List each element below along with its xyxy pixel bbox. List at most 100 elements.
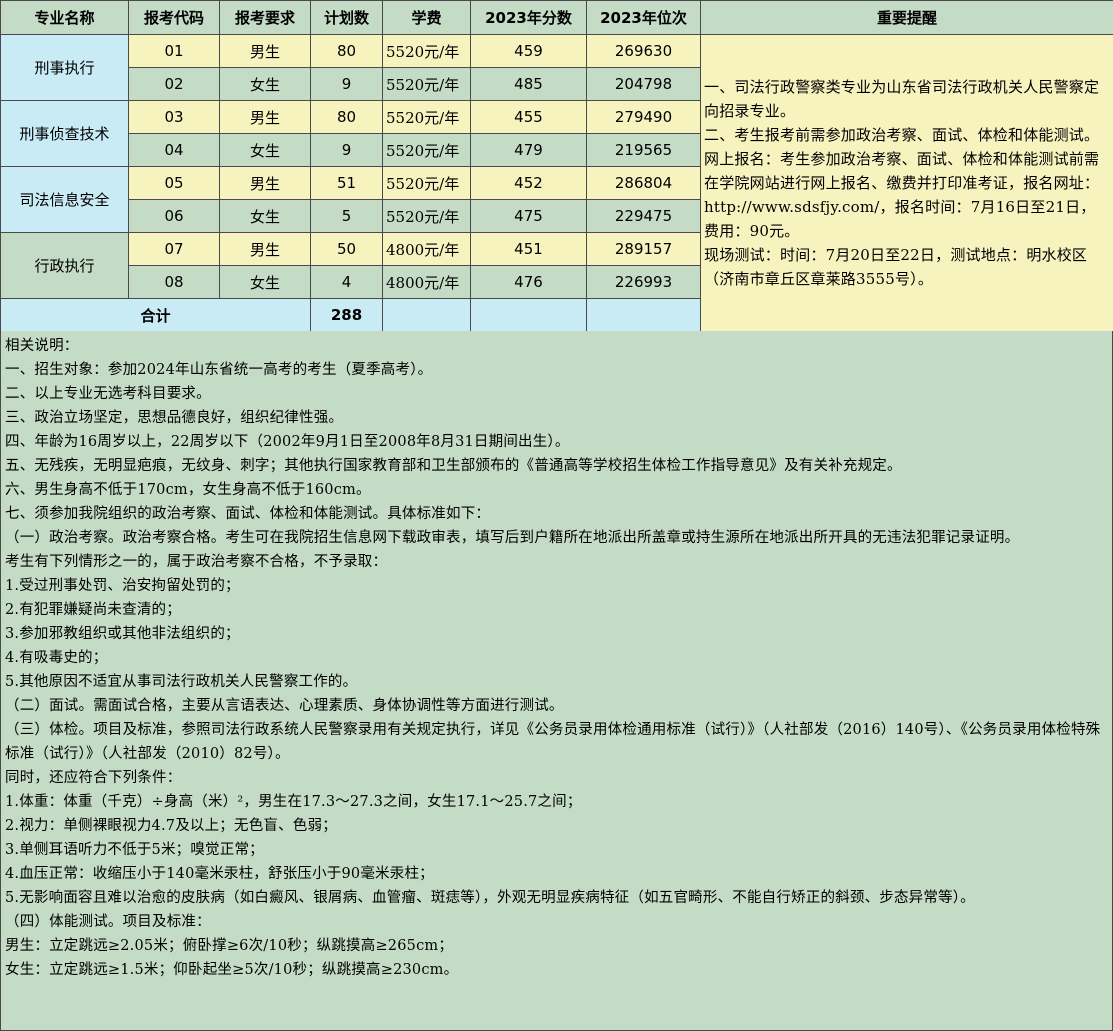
requirement-cell[interactable]: 女生 <box>219 265 311 299</box>
note-line: 4.血压正常：收缩压小于140毫米汞柱，舒张压小于90毫米汞柱； <box>5 866 434 882</box>
header-score[interactable]: 2023年分数 <box>470 0 587 35</box>
note-line: 相关说明： <box>5 338 79 354</box>
note-line: 男生：立定跳远≥2.05米；俯卧撑≥6次/10秒；纵跳摸高≥265cm； <box>5 938 454 954</box>
table-row: 刑事执行 01 男生 80 5520元/年 459 269630 一、司法行政警… <box>0 34 1113 332</box>
plan-cell[interactable]: 5 <box>310 199 383 233</box>
reminder-line: 现场测试：时间：7月20日至22日，测试地点：明水校区（济南市章丘区章莱路355… <box>704 246 1088 288</box>
code-cell[interactable]: 02 <box>128 67 220 101</box>
note-line: 一、招生对象：参加2024年山东省统一高考的考生（夏季高考）。 <box>5 362 433 378</box>
note-line: （三）体检。项目及标准，参照司法行政系统人民警察录用有关规定执行，详见《公务员录… <box>5 722 1101 762</box>
code-cell[interactable]: 05 <box>128 166 220 200</box>
plan-cell[interactable]: 50 <box>310 232 383 266</box>
code-cell[interactable]: 04 <box>128 133 220 167</box>
note-line: 1.受过刑事处罚、治安拘留处罚的； <box>5 578 240 594</box>
score-cell[interactable]: 475 <box>470 199 587 233</box>
header-plan[interactable]: 计划数 <box>310 0 383 35</box>
score-cell[interactable]: 451 <box>470 232 587 266</box>
requirement-cell[interactable]: 男生 <box>219 100 311 134</box>
rank-cell[interactable]: 229475 <box>586 199 701 233</box>
note-line: 同时，还应符合下列条件： <box>5 770 182 786</box>
note-line: 5.其他原因不适宜从事司法行政机关人民警察工作的。 <box>5 674 358 690</box>
note-line: （二）面试。需面试合格，主要从言语表达、心理素质、身体协调性等方面进行测试。 <box>5 698 564 714</box>
fee-cell[interactable]: 4800元/年 <box>382 232 471 266</box>
header-major[interactable]: 专业名称 <box>0 0 129 35</box>
major-name-cell[interactable]: 行政执行 <box>0 232 129 299</box>
major-name-cell[interactable]: 司法信息安全 <box>0 166 129 233</box>
note-line: 考生有下列情形之一的，属于政治考察不合格，不予录取： <box>5 554 388 570</box>
header-row: 专业名称 报考代码 报考要求 计划数 学费 2023年分数 2023年位次 重要… <box>0 0 1113 35</box>
admission-table: 专业名称 报考代码 报考要求 计划数 学费 2023年分数 2023年位次 重要… <box>0 0 1113 332</box>
header-reminder[interactable]: 重要提醒 <box>700 0 1113 35</box>
plan-cell[interactable]: 9 <box>310 133 383 167</box>
score-cell[interactable]: 485 <box>470 67 587 101</box>
note-line: 七、须参加我院组织的政治考察、面试、体检和体能测试。具体标准如下： <box>5 506 491 522</box>
reminder-line: 网上报名：考生参加政治考察、面试、体检和体能测试前需在学院网站进行网上报名、缴费… <box>704 150 1100 240</box>
fee-cell[interactable]: 5520元/年 <box>382 67 471 101</box>
note-line: 5.无影响面容且难以治愈的皮肤病（如白癜风、银屑病、血管瘤、斑痣等），外观无明显… <box>5 890 975 906</box>
code-cell[interactable]: 07 <box>128 232 220 266</box>
note-line: 三、政治立场坚定，思想品德良好，组织纪律性强。 <box>5 410 344 426</box>
note-line: 六、男生身高不低于170cm，女生身高不低于160cm。 <box>5 482 371 498</box>
note-line: 1.体重：体重（千克）÷身高（米）²，男生在17.3～27.3之间，女生17.1… <box>5 794 582 810</box>
plan-cell[interactable]: 51 <box>310 166 383 200</box>
note-line: （四）体能测试。项目及标准： <box>5 914 211 930</box>
rank-cell[interactable]: 269630 <box>586 34 701 68</box>
empty-cell[interactable] <box>586 298 701 332</box>
rank-cell[interactable]: 219565 <box>586 133 701 167</box>
rank-cell[interactable]: 286804 <box>586 166 701 200</box>
note-line: 女生：立定跳远≥1.5米；仰卧起坐≥5次/10秒；纵跳摸高≥230cm。 <box>5 962 459 978</box>
header-rank[interactable]: 2023年位次 <box>586 0 701 35</box>
requirement-cell[interactable]: 男生 <box>219 166 311 200</box>
note-line: 3.单侧耳语听力不低于5米；嗅觉正常； <box>5 842 264 858</box>
code-cell[interactable]: 08 <box>128 265 220 299</box>
score-cell[interactable]: 452 <box>470 166 587 200</box>
score-cell[interactable]: 455 <box>470 100 587 134</box>
plan-cell[interactable]: 9 <box>310 67 383 101</box>
total-value-cell[interactable]: 288 <box>310 298 383 332</box>
score-cell[interactable]: 459 <box>470 34 587 68</box>
reminder-line: 一、司法行政警察类专业为山东省司法行政机关人民警察定向招录专业。 <box>704 78 1100 120</box>
score-cell[interactable]: 479 <box>470 133 587 167</box>
fee-cell[interactable]: 5520元/年 <box>382 199 471 233</box>
note-line: 4.有吸毒史的； <box>5 650 108 666</box>
empty-cell[interactable] <box>470 298 587 332</box>
fee-cell[interactable]: 5520元/年 <box>382 166 471 200</box>
reminder-cell[interactable]: 一、司法行政警察类专业为山东省司法行政机关人民警察定向招录专业。 二、考生报考前… <box>700 34 1113 332</box>
major-name-cell[interactable]: 刑事侦查技术 <box>0 100 129 167</box>
note-line: 二、以上专业无选考科目要求。 <box>5 386 211 402</box>
requirement-cell[interactable]: 女生 <box>219 67 311 101</box>
header-fee[interactable]: 学费 <box>382 0 471 35</box>
notes-cell[interactable]: 相关说明： 一、招生对象：参加2024年山东省统一高考的考生（夏季高考）。 二、… <box>0 331 1113 1031</box>
requirement-cell[interactable]: 女生 <box>219 133 311 167</box>
rank-cell[interactable]: 226993 <box>586 265 701 299</box>
code-cell[interactable]: 06 <box>128 199 220 233</box>
requirement-cell[interactable]: 男生 <box>219 34 311 68</box>
empty-cell[interactable] <box>382 298 471 332</box>
header-requirement[interactable]: 报考要求 <box>219 0 311 35</box>
fee-cell[interactable]: 5520元/年 <box>382 34 471 68</box>
code-cell[interactable]: 03 <box>128 100 220 134</box>
note-line: （一）政治考察。政治考察合格。考生可在我院招生信息网下载政审表，填写后到户籍所在… <box>5 530 1020 546</box>
plan-cell[interactable]: 80 <box>310 34 383 68</box>
fee-cell[interactable]: 5520元/年 <box>382 133 471 167</box>
score-cell[interactable]: 476 <box>470 265 587 299</box>
rank-cell[interactable]: 279490 <box>586 100 701 134</box>
code-cell[interactable]: 01 <box>128 34 220 68</box>
header-code[interactable]: 报考代码 <box>128 0 220 35</box>
rank-cell[interactable]: 289157 <box>586 232 701 266</box>
major-name-cell[interactable]: 刑事执行 <box>0 34 129 101</box>
requirement-cell[interactable]: 女生 <box>219 199 311 233</box>
fee-cell[interactable]: 5520元/年 <box>382 100 471 134</box>
total-label-cell[interactable]: 合计 <box>0 298 311 332</box>
note-line: 五、无残疾，无明显疤痕，无纹身、刺字；其他执行国家教育部和卫生部颁布的《普通高等… <box>5 458 902 474</box>
plan-cell[interactable]: 4 <box>310 265 383 299</box>
rank-cell[interactable]: 204798 <box>586 67 701 101</box>
note-line: 2.有犯罪嫌疑尚未查清的； <box>5 602 181 618</box>
note-line: 2.视力：单侧裸眼视力4.7及以上；无色盲、色弱； <box>5 818 337 834</box>
note-line: 3.参加邪教组织或其他非法组织的； <box>5 626 240 642</box>
reminder-line: 二、考生报考前需参加政治考察、面试、体检和体能测试。 <box>704 126 1100 144</box>
requirement-cell[interactable]: 男生 <box>219 232 311 266</box>
plan-cell[interactable]: 80 <box>310 100 383 134</box>
fee-cell[interactable]: 4800元/年 <box>382 265 471 299</box>
spreadsheet: 专业名称 报考代码 报考要求 计划数 学费 2023年分数 2023年位次 重要… <box>0 0 1113 1031</box>
